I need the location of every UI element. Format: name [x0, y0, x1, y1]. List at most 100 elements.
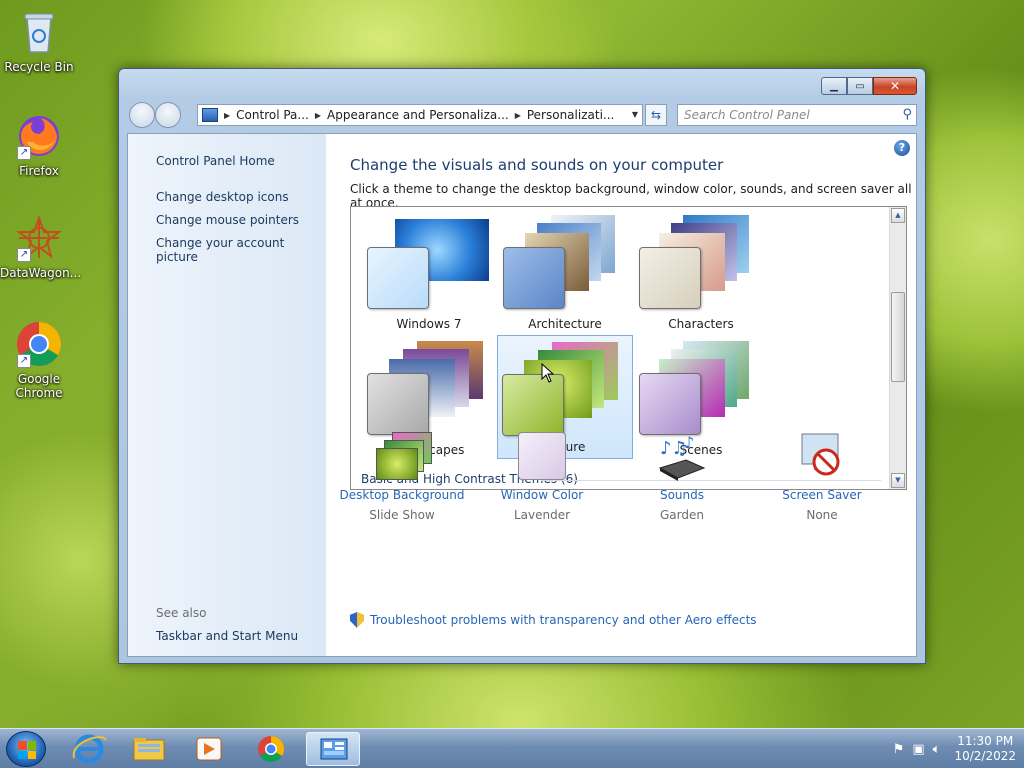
desktop-icon-label: Google Chrome [15, 372, 63, 400]
desktop-icon-firefox[interactable]: ↗ Firefox [0, 112, 78, 178]
theme-characters[interactable]: Characters [633, 211, 769, 335]
window-client-area: Control Panel Home Change desktop icons … [127, 133, 917, 657]
window-color-swatch [367, 373, 429, 435]
window-color-swatch [639, 247, 701, 309]
file-explorer-icon [133, 738, 165, 761]
aero-troubleshoot-link[interactable]: Troubleshoot problems with transparency … [350, 612, 757, 628]
theme-label: Characters [668, 317, 734, 331]
clock-time: 11:30 PM [957, 734, 1014, 748]
breadcrumb-arrow-icon[interactable]: ▶ [224, 111, 230, 120]
taskbar-control-panel[interactable] [306, 732, 360, 766]
shortcut-arrow-icon: ↗ [17, 146, 31, 160]
left-task-pane: Control Panel Home Change desktop icons … [128, 134, 326, 656]
theme-label: Windows 7 [396, 317, 462, 331]
control-panel-icon [320, 738, 348, 760]
screen-saver-link[interactable]: Screen Saver [752, 488, 892, 502]
window-color-setting[interactable]: Window Color Lavender [472, 430, 612, 522]
theme-architecture[interactable]: Architecture [497, 211, 633, 335]
sounds-setting[interactable]: ♪♫ ♪ Sounds Garden [612, 430, 752, 522]
desktop-background-link[interactable]: Desktop Background [332, 488, 472, 502]
chrome-icon: ↗ [15, 320, 63, 368]
network-icon[interactable]: ▣ [912, 742, 924, 757]
windows-logo-icon [18, 741, 36, 759]
desktop-icon-recycle-bin[interactable]: Recycle Bin [0, 8, 78, 74]
page-title: Change the visuals and sounds on your co… [350, 156, 724, 174]
sounds-value: Garden [660, 508, 704, 522]
desktop-background-value: Slide Show [369, 508, 435, 522]
minimize-button[interactable]: ▁ [821, 77, 847, 95]
clock[interactable]: 11:30 PM 10/2/2022 [954, 734, 1016, 764]
window-color-swatch [503, 247, 565, 309]
shortcut-arrow-icon: ↗ [17, 354, 31, 368]
search-placeholder: Search Control Panel [684, 108, 810, 122]
desktop-icon-google-chrome[interactable]: ↗ Google Chrome [0, 320, 78, 400]
breadcrumb-appearance[interactable]: Appearance and Personaliza... [327, 108, 509, 122]
address-dropdown-icon[interactable]: ▼ [632, 110, 638, 119]
volume-icon[interactable]: 🔈︎ [933, 742, 941, 757]
search-input[interactable]: Search Control Panel ⚲ [677, 104, 917, 126]
search-icon[interactable]: ⚲ [902, 107, 912, 122]
breadcrumb-control-panel[interactable]: Control Pa... [236, 108, 309, 122]
window-color-value: Lavender [513, 508, 571, 522]
shortcut-arrow-icon: ↗ [17, 248, 31, 262]
desktop-background-setting[interactable]: Desktop Background Slide Show [332, 430, 472, 522]
control-panel-home-link[interactable]: Control Panel Home [156, 154, 275, 168]
back-button[interactable] [129, 102, 155, 128]
system-tray: ⚑ ▣ 🔈︎ 11:30 PM 10/2/2022 [885, 729, 1016, 768]
firefox-icon: ↗ [15, 112, 63, 160]
clock-date: 10/2/2022 [954, 749, 1016, 763]
screen-saver-setting[interactable]: Screen Saver None [752, 430, 892, 522]
breadcrumb-arrow-icon[interactable]: ▶ [515, 111, 521, 120]
change-mouse-pointers-link[interactable]: Change mouse pointers [156, 213, 299, 227]
maximize-button[interactable]: ▭ [847, 77, 873, 95]
taskbar: ⚑ ▣ 🔈︎ 11:30 PM 10/2/2022 [0, 728, 1024, 768]
internet-explorer-icon [72, 734, 107, 764]
sounds-link[interactable]: Sounds [612, 488, 752, 502]
taskbar-start-menu-link[interactable]: Taskbar and Start Menu [156, 629, 298, 643]
svg-text:♪: ♪ [684, 433, 694, 452]
refresh-button[interactable]: ⇆ [645, 104, 667, 126]
breadcrumb-arrow-icon[interactable]: ▶ [315, 111, 321, 120]
desktop-icon-label: Firefox [19, 164, 59, 178]
navigation-bar: ▶ Control Pa... ▶ Appearance and Persona… [129, 101, 917, 129]
start-button[interactable] [6, 731, 46, 767]
desktop-icon-datawagon[interactable]: ↗ DataWagon... [0, 214, 82, 280]
see-also-label: See also [156, 606, 207, 620]
personalization-window: ▁ ▭ ✕ ▶ Control Pa... ▶ Appearance and P… [118, 68, 926, 664]
datawagon-icon: ↗ [15, 214, 63, 262]
address-bar[interactable]: ▶ Control Pa... ▶ Appearance and Persona… [197, 104, 643, 126]
desktop-background-icon [376, 430, 432, 482]
screen-saver-value: None [806, 508, 838, 522]
window-color-icon [516, 430, 568, 482]
change-account-picture-link[interactable]: Change your account picture [156, 236, 326, 264]
breadcrumb-personalization[interactable]: Personalizati... [527, 108, 614, 122]
scroll-thumb[interactable] [891, 292, 905, 382]
control-panel-icon [202, 108, 218, 122]
window-color-swatch [502, 374, 564, 436]
chrome-icon [258, 735, 285, 763]
aero-troubleshoot-text[interactable]: Troubleshoot problems with transparency … [370, 613, 757, 627]
taskbar-chrome[interactable] [244, 732, 298, 766]
taskbar-internet-explorer[interactable] [62, 732, 116, 766]
media-player-icon [196, 737, 222, 761]
scroll-down-button[interactable]: ▼ [891, 473, 905, 488]
theme-label: Architecture [528, 317, 602, 331]
desktop-icon-label: DataWagon... [0, 266, 82, 280]
main-content: ? Change the visuals and sounds on your … [326, 134, 916, 656]
window-color-swatch [639, 373, 701, 435]
theme-windows-7[interactable]: Windows 7 [361, 211, 497, 335]
forward-button[interactable] [155, 102, 181, 128]
window-color-link[interactable]: Window Color [472, 488, 612, 502]
mouse-cursor-icon [541, 363, 555, 383]
scroll-up-button[interactable]: ▲ [891, 208, 905, 223]
window-controls: ▁ ▭ ✕ [821, 77, 917, 95]
uac-shield-icon [350, 612, 364, 628]
action-center-flag-icon[interactable]: ⚑ [893, 742, 905, 757]
taskbar-media-player[interactable] [182, 732, 236, 766]
help-icon[interactable]: ? [894, 140, 910, 156]
change-desktop-icons-link[interactable]: Change desktop icons [156, 190, 289, 204]
close-button[interactable]: ✕ [873, 77, 917, 95]
window-color-swatch [367, 247, 429, 309]
taskbar-file-explorer[interactable] [122, 732, 176, 766]
sounds-icon: ♪♫ ♪ [656, 430, 708, 482]
